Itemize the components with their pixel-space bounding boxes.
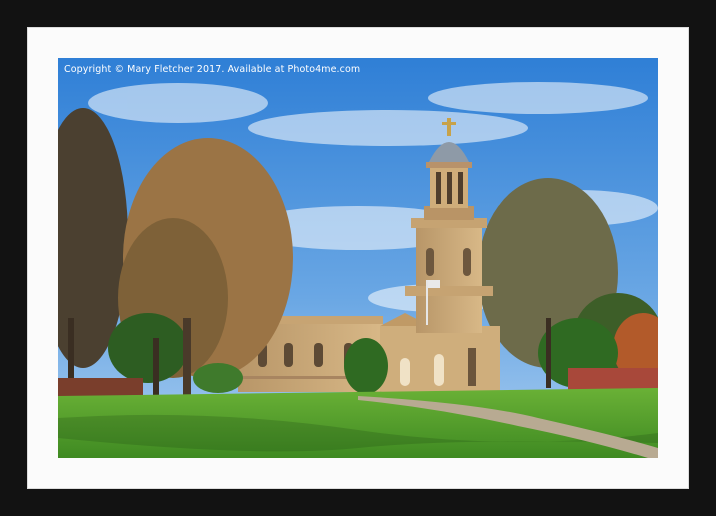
copyright-watermark: Copyright © Mary Fletcher 2017. Availabl… <box>64 64 361 75</box>
picture-frame: Copyright © Mary Fletcher 2017. Availabl… <box>0 0 716 516</box>
church-landscape-image <box>58 58 658 458</box>
framed-photo: Copyright © Mary Fletcher 2017. Availabl… <box>58 58 658 458</box>
